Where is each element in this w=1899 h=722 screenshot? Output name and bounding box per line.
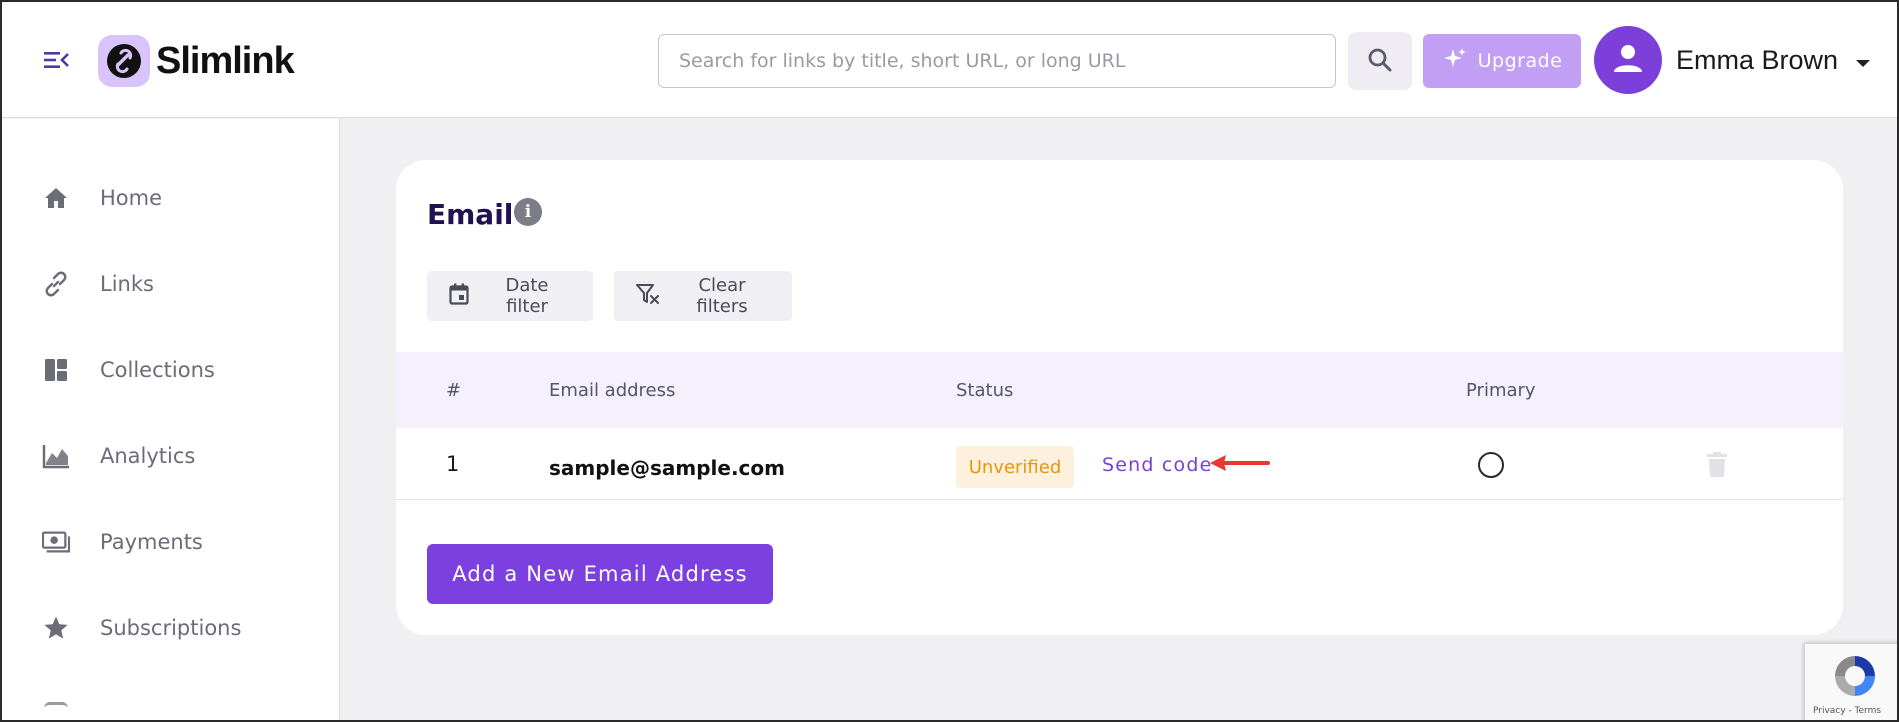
sidebar-item-label: Payments bbox=[100, 530, 203, 554]
sidebar-item-subscriptions[interactable]: Subscriptions bbox=[2, 598, 340, 658]
logo-icon[interactable] bbox=[98, 35, 150, 87]
app-window: Slimlink Upgrade bbox=[0, 0, 1899, 722]
home-icon bbox=[42, 184, 70, 212]
column-header-email: Email address bbox=[549, 380, 676, 401]
payments-icon bbox=[42, 528, 70, 556]
date-filter-label: Date filter bbox=[505, 275, 549, 317]
star-icon bbox=[42, 614, 70, 642]
menu-collapse-icon[interactable] bbox=[42, 48, 72, 72]
sidebar: Home Links Collections Analytics Payment… bbox=[2, 119, 340, 720]
sidebar-item-label: Links bbox=[100, 272, 154, 296]
sidebar-item-label: Analytics bbox=[100, 444, 196, 468]
info-icon[interactable]: i bbox=[514, 198, 542, 226]
upgrade-label: Upgrade bbox=[1477, 50, 1563, 72]
sidebar-item-label: Subscriptions bbox=[100, 616, 242, 640]
column-header-index: # bbox=[446, 380, 462, 401]
chevron-down-icon[interactable] bbox=[1855, 56, 1871, 74]
recaptcha-badge[interactable]: Privacy - Terms bbox=[1804, 643, 1897, 720]
trash-icon[interactable] bbox=[1706, 452, 1728, 483]
analytics-icon bbox=[42, 442, 70, 470]
email-address: sample@sample.com bbox=[549, 456, 785, 480]
top-header: Slimlink Upgrade bbox=[2, 2, 1897, 118]
search-input[interactable] bbox=[658, 34, 1336, 88]
table-header: # Email address Status Primary bbox=[396, 352, 1843, 428]
sidebar-item-home[interactable]: Home bbox=[2, 168, 340, 228]
user-icon bbox=[1611, 41, 1645, 80]
upgrade-button[interactable]: Upgrade bbox=[1423, 34, 1581, 88]
clear-filters-label: Clear filters bbox=[696, 275, 748, 317]
column-header-status: Status bbox=[956, 380, 1014, 401]
row-index: 1 bbox=[446, 452, 460, 476]
logo-text[interactable]: Slimlink bbox=[156, 39, 295, 83]
email-card: Email i Date filter Clear filters # Emai… bbox=[396, 160, 1843, 635]
sidebar-item-payments[interactable]: Payments bbox=[2, 512, 340, 572]
avatar[interactable] bbox=[1594, 26, 1662, 94]
sparkle-icon bbox=[1442, 46, 1468, 77]
link-icon bbox=[42, 270, 70, 298]
add-email-button[interactable]: Add a New Email Address bbox=[427, 544, 773, 604]
clear-filters-button[interactable]: Clear filters bbox=[614, 271, 792, 321]
user-name[interactable]: Emma Brown bbox=[1676, 44, 1838, 76]
sidebar-item-partial-icon bbox=[44, 702, 68, 708]
column-header-primary: Primary bbox=[1466, 380, 1536, 401]
recaptcha-icon bbox=[1831, 652, 1879, 705]
sidebar-item-analytics[interactable]: Analytics bbox=[2, 426, 340, 486]
collections-icon bbox=[42, 356, 70, 384]
table-row: 1 sample@sample.com Unverified Send code bbox=[396, 428, 1843, 500]
date-filter-button[interactable]: Date filter bbox=[427, 271, 593, 321]
recaptcha-terms[interactable]: Privacy - Terms bbox=[1813, 706, 1881, 716]
clear-filter-icon bbox=[636, 283, 660, 310]
annotation-arrow-icon bbox=[1208, 454, 1270, 477]
sidebar-item-label: Home bbox=[100, 186, 163, 210]
send-code-link[interactable]: Send code bbox=[1102, 454, 1213, 476]
sidebar-item-links[interactable]: Links bbox=[2, 254, 340, 314]
status-badge: Unverified bbox=[956, 446, 1074, 488]
calendar-icon bbox=[449, 283, 469, 310]
page-title: Email bbox=[427, 198, 514, 231]
sidebar-item-collections[interactable]: Collections bbox=[2, 340, 340, 400]
primary-radio[interactable] bbox=[1478, 452, 1504, 478]
search-button[interactable] bbox=[1348, 32, 1412, 90]
sidebar-item-label: Collections bbox=[100, 358, 215, 382]
search-icon bbox=[1367, 47, 1393, 76]
